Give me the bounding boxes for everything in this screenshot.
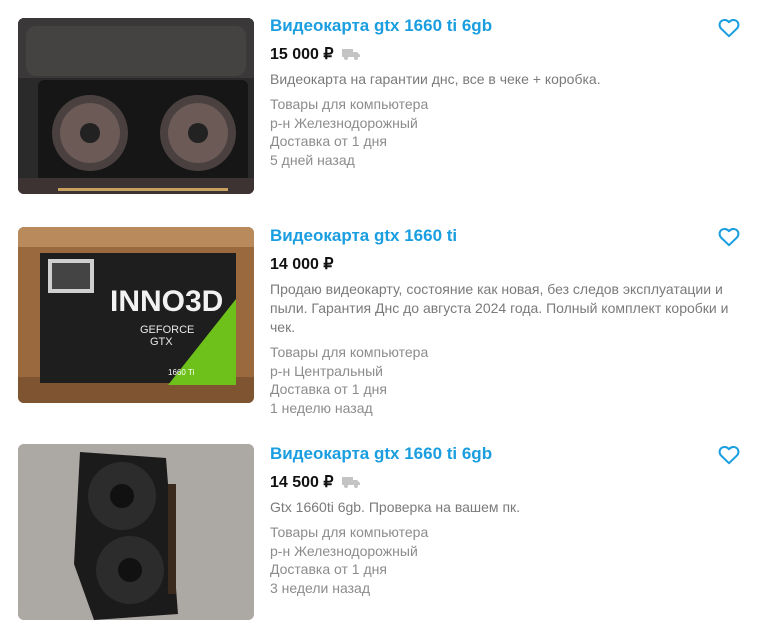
listing-district: р-н Центральный: [270, 362, 384, 379]
listing-posted-time: 3 недели назад: [270, 580, 370, 597]
listing-photo[interactable]: [18, 444, 254, 620]
truck-icon: [341, 49, 360, 60]
listing-photo[interactable]: INNO3D GEFORCE GTX 1660 Ti: [18, 227, 254, 403]
listing-title[interactable]: Видеокарта gtx 1660 ti 6gb: [270, 16, 740, 36]
listing-district: р-н Железнодорожный: [270, 114, 418, 131]
listing-price: 14 000 ₽: [270, 256, 334, 273]
listing-category: Товары для компьютера: [270, 524, 429, 540]
graphics-card-photo: [18, 18, 254, 194]
box-series-text: GEFORCE: [140, 324, 194, 336]
listing-card[interactable]: Видеокарта gtx 1660 ti 6gb 15 000 ₽ Виде…: [0, 0, 759, 200]
listing-delivery: Доставка от 1 дня: [270, 561, 387, 578]
listing-title[interactable]: Видеокарта gtx 1660 ti: [270, 226, 740, 246]
listing-description: Продаю видеокарту, состояние как новая, …: [270, 281, 729, 335]
listing-card[interactable]: Видеокарта gtx 1660 ti 6gb 14 500 ₽ Gtx …: [0, 428, 759, 637]
listing-description: Gtx 1660ti 6gb. Проверка на вашем пк.: [270, 499, 521, 515]
box-model-text: 1660 Ti: [168, 368, 194, 377]
listing-delivery: Доставка от 1 дня: [270, 381, 387, 398]
truck-icon: [341, 477, 360, 488]
box-gtx-text: GTX: [150, 336, 173, 348]
listing-district: р-н Железнодорожный: [270, 542, 418, 559]
listing-category: Товары для компьютера: [270, 96, 429, 112]
listing-description: Видеокарта на гарантии днс, все в чеке +…: [270, 71, 601, 87]
graphics-card-box-photo: INNO3D GEFORCE GTX 1660 Ti: [18, 227, 254, 403]
listing-price: 14 500 ₽: [270, 474, 334, 491]
listing-price: 15 000 ₽: [270, 46, 334, 63]
listing-posted-time: 1 неделю назад: [270, 400, 373, 417]
listing-delivery: Доставка от 1 дня: [270, 133, 387, 150]
heart-icon[interactable]: [718, 227, 740, 247]
listing-photo[interactable]: [18, 18, 254, 194]
box-brand-text: INNO3D: [110, 285, 223, 318]
heart-icon[interactable]: [718, 18, 740, 38]
graphics-card-photo: [18, 444, 254, 620]
listing-category: Товары для компьютера: [270, 344, 429, 360]
listing-posted-time: 5 дней назад: [270, 152, 355, 169]
listing-title[interactable]: Видеокарта gtx 1660 ti 6gb: [270, 444, 740, 464]
heart-icon[interactable]: [718, 445, 740, 465]
listing-card[interactable]: INNO3D GEFORCE GTX 1660 Ti Видеокарта gt…: [0, 210, 759, 420]
